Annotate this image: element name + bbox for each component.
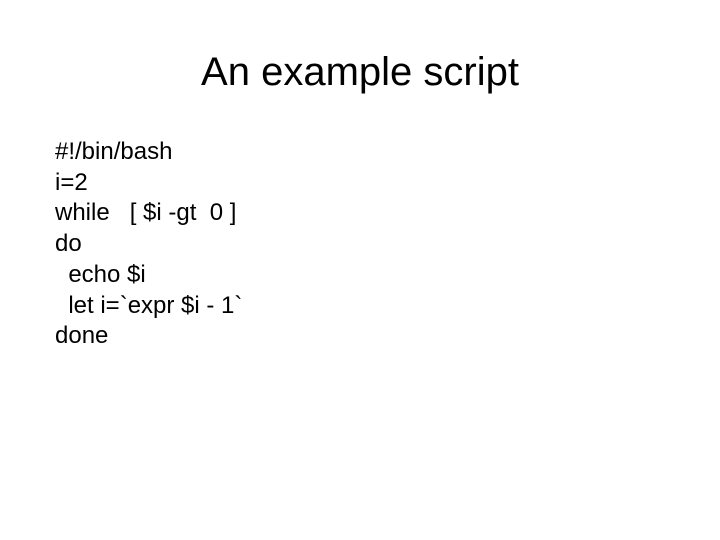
slide: An example script #!/bin/bash i=2 while … (0, 0, 720, 540)
slide-title: An example script (55, 50, 665, 95)
code-block: #!/bin/bash i=2 while [ $i -gt 0 ] do ec… (55, 137, 665, 352)
